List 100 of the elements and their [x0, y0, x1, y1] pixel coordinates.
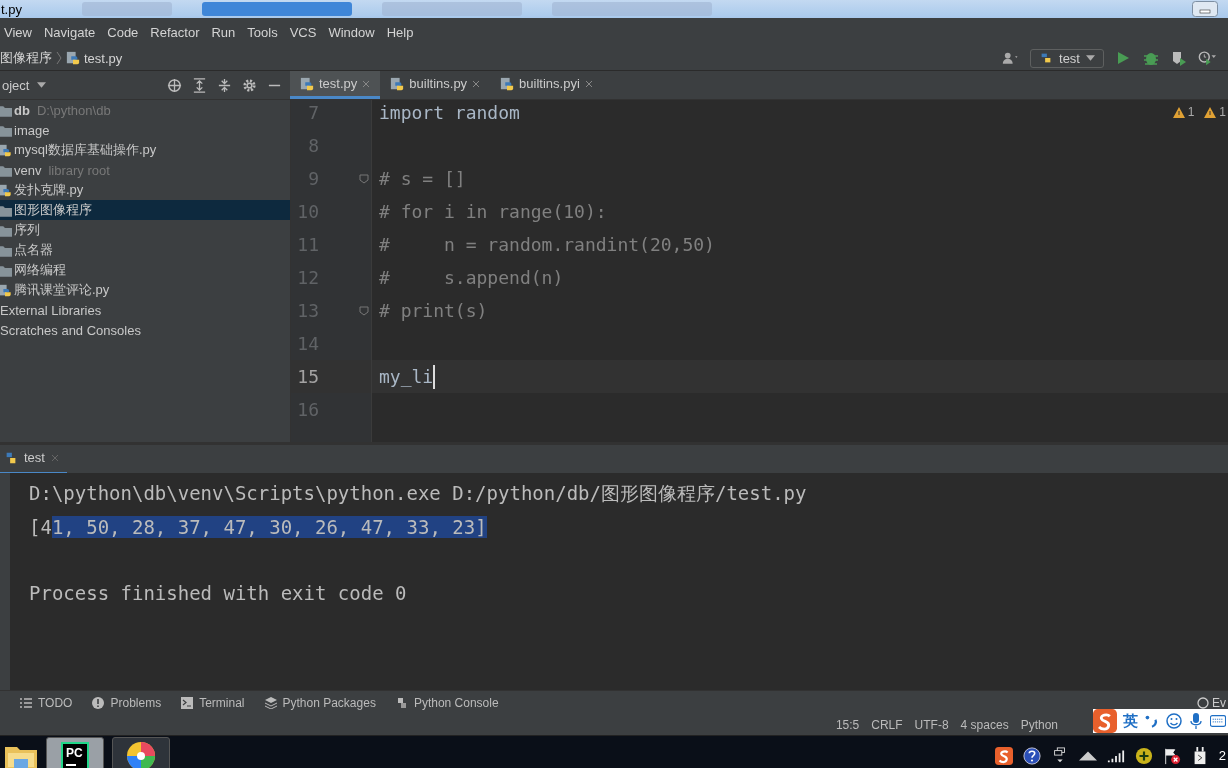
profiler-icon[interactable]: [1198, 50, 1216, 66]
status-item[interactable]: UTF-8: [914, 718, 949, 732]
menu-item[interactable]: Refactor: [150, 24, 200, 40]
status-item[interactable]: CRLF: [871, 718, 903, 732]
clock: 2: [1218, 748, 1226, 763]
chevron-icon: [56, 51, 62, 65]
folder-icon: [0, 103, 12, 117]
folder-icon: [0, 243, 12, 257]
code-line: # n = random.randint(20,50): [379, 234, 715, 255]
fold-icon[interactable]: [359, 173, 369, 184]
expand-all-icon[interactable]: [192, 77, 207, 93]
console-output: D:\python\db\venv\Scripts\python.exe D:/python/db/图形图像程序/test.py: [29, 480, 807, 506]
smiley-icon[interactable]: [1166, 713, 1182, 729]
code-line: # s.append(n): [379, 267, 564, 288]
python-file-icon: [66, 51, 80, 65]
tool-window-button[interactable]: Python Console: [395, 696, 499, 710]
tool-window-button[interactable]: Problems: [92, 696, 162, 710]
window-title: t.py: [1, 1, 22, 17]
python-file-icon: [0, 283, 12, 297]
menu-item[interactable]: Navigate: [43, 24, 96, 40]
python-file-icon: [300, 76, 314, 91]
folder-icon: [0, 163, 12, 177]
code-line: import random: [379, 102, 520, 123]
tree-item[interactable]: 发扑克牌.py: [0, 180, 290, 200]
minimize-icon[interactable]: [1192, 1, 1218, 17]
input-mode[interactable]: 英: [1123, 711, 1138, 731]
tool-window-button[interactable]: TODO: [20, 696, 73, 710]
status-item[interactable]: Python: [1020, 718, 1058, 732]
run-config-dropdown[interactable]: test: [1030, 48, 1104, 68]
exclamation-icon: [92, 697, 105, 709]
editor-tab[interactable]: builtins.py: [380, 71, 491, 99]
editor-tab[interactable]: builtins.pyi: [490, 71, 603, 99]
menu-item[interactable]: Tools: [247, 24, 278, 40]
menu-item[interactable]: View: [4, 24, 32, 40]
status-item[interactable]: 4 spaces: [960, 718, 1009, 732]
caret-icon: [37, 82, 47, 88]
plus-circle-icon[interactable]: [1134, 746, 1153, 765]
close-icon[interactable]: [584, 79, 593, 88]
python-file-icon: [390, 76, 405, 91]
menu-item[interactable]: Run: [211, 24, 236, 40]
folder-icon: [0, 123, 12, 137]
menu-item[interactable]: Window: [328, 24, 375, 40]
warning-icon[interactable]: [1172, 106, 1185, 118]
console-output: [4: [29, 515, 52, 538]
editor-tab[interactable]: test.py: [290, 71, 381, 99]
tree-item[interactable]: 序列: [0, 220, 290, 240]
python-file-icon: [0, 183, 12, 197]
python-icon: [395, 697, 408, 709]
menu-item[interactable]: Code: [107, 24, 139, 40]
warning-icon[interactable]: [1204, 106, 1217, 118]
tree-item[interactable]: image: [0, 120, 290, 140]
selected-text: 1, 50, 28, 37, 47, 30, 26, 47, 33, 23]: [51, 515, 487, 538]
tree-item[interactable]: 腾讯课堂评论.py: [0, 280, 290, 300]
taskbar-app[interactable]: PC: [46, 736, 104, 768]
tree-item[interactable]: mysql数据库基础操作.py: [0, 140, 290, 160]
python-file-icon: [500, 76, 515, 91]
pycharm-logo: PC: [61, 741, 89, 768]
tree-item[interactable]: External Libraries: [0, 300, 290, 320]
coverage-icon[interactable]: [1170, 50, 1188, 66]
breadcrumb-item[interactable]: 图像程序: [0, 49, 52, 67]
tree-item[interactable]: 图形图像程序: [0, 200, 290, 220]
microphone-icon[interactable]: [1188, 713, 1204, 729]
help-icon[interactable]: [1022, 746, 1041, 765]
tree-item[interactable]: db D:\python\db: [0, 100, 290, 120]
flag-error-icon[interactable]: [1162, 746, 1181, 765]
tree-item[interactable]: 网络编程: [0, 260, 290, 280]
fold-icon[interactable]: [359, 305, 369, 316]
menu-item[interactable]: Help: [386, 24, 414, 40]
keyboard-icon[interactable]: [1210, 713, 1226, 729]
breadcrumb-item[interactable]: test.py: [84, 50, 123, 66]
folder-icon: [0, 263, 12, 277]
settings-icon[interactable]: [242, 77, 257, 93]
warning-count: 1: [1219, 105, 1226, 119]
tree-item[interactable]: venv library root: [0, 160, 290, 180]
menu-item[interactable]: VCS: [289, 24, 317, 40]
tool-window-button[interactable]: Python Packages: [264, 696, 376, 710]
text-cursor: [433, 364, 436, 389]
folder-icon: [0, 223, 12, 237]
bug-icon[interactable]: [1142, 50, 1160, 66]
folder-icon: [0, 203, 12, 217]
status-item[interactable]: 15:5: [835, 718, 860, 732]
project-view-selector[interactable]: oject: [2, 77, 47, 93]
speech-bubble-icon: [1197, 697, 1209, 709]
caret-icon: [1086, 55, 1095, 61]
python-file-icon: [0, 143, 12, 157]
punctuation-icon[interactable]: [1144, 713, 1160, 729]
list-icon: [20, 697, 32, 709]
code-line: my_li: [379, 366, 434, 387]
line-number: 15: [297, 366, 319, 387]
tool-window-button[interactable]: Terminal: [181, 696, 245, 710]
event-log-button[interactable]: Ev: [1197, 696, 1226, 710]
python-icon: [4, 450, 18, 465]
code-line: # print(s): [379, 300, 488, 321]
tree-item[interactable]: Scratches and Consoles: [0, 320, 290, 340]
collapse-all-icon[interactable]: [217, 77, 232, 93]
close-icon[interactable]: [472, 79, 481, 88]
taskbar-app[interactable]: [112, 736, 170, 768]
crosshair-icon[interactable]: [167, 77, 182, 93]
tree-item[interactable]: 点名器: [0, 240, 290, 260]
code-line: # for i in range(10):: [379, 201, 607, 222]
